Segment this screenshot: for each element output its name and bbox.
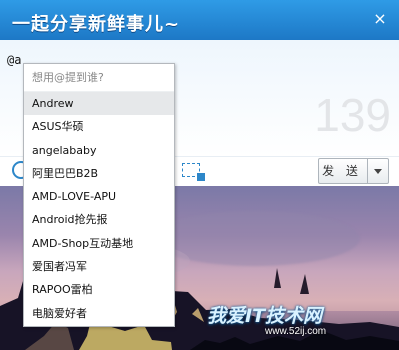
compose-text[interactable]: @a [7,53,21,67]
mention-item-angelababy[interactable]: angelababy [24,139,174,162]
mention-item-aiguozhe[interactable]: 爱国者冯军 [24,255,174,278]
mention-item-rapoo[interactable]: RAPOO雷柏 [24,278,174,301]
close-button[interactable]: × [369,8,391,30]
mention-item-alibaba[interactable]: 阿里巴巴B2B [24,162,174,185]
mention-item-amd-love-apu[interactable]: AMD-LOVE-APU [24,185,174,208]
send-button[interactable]: 发 送 [319,159,365,183]
mention-item-asus[interactable]: ASUS华硕 [24,115,174,138]
character-counter: 139 [314,89,391,141]
image-icon[interactable] [182,163,205,181]
mention-item-amd-shop[interactable]: AMD-Shop互动基地 [24,232,174,255]
watermark-url: www.52ij.com [265,326,327,337]
watermark-text: 我爱IT技术网 [207,305,323,327]
mention-item-andrew[interactable]: Andrew [24,92,174,116]
chevron-down-icon[interactable] [367,159,388,183]
title-bar: 一起分享新鲜事儿~ × [0,0,399,40]
mention-list: Andrew ASUS华硕 angelababy 阿里巴巴B2B AMD-LOV… [24,92,174,325]
send-button-group: 发 送 [318,158,389,184]
window-title: 一起分享新鲜事儿~ [12,14,181,35]
mention-item-diannao[interactable]: 电脑爱好者 [24,302,174,325]
compose-window: 一起分享新鲜事儿~ × @a 139 发 送 我爱IT技术网 www.52ij.… [0,0,399,350]
mention-item-android[interactable]: Android抢先报 [24,208,174,231]
mention-suggestion-popup: 想用@提到谁? Andrew ASUS华硕 angelababy 阿里巴巴B2B… [23,63,175,327]
mention-popup-header: 想用@提到谁? [24,64,174,92]
